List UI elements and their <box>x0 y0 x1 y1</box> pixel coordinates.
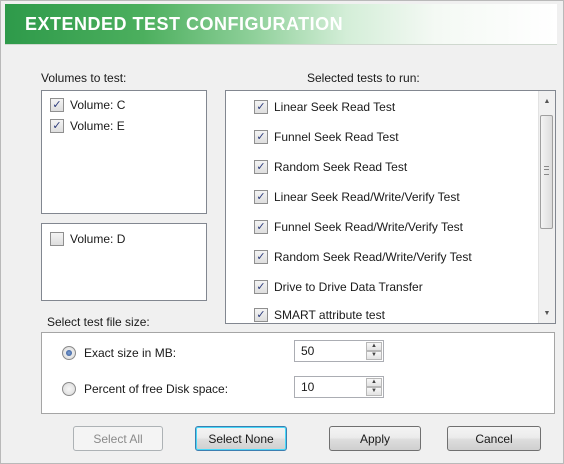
dialog-title: EXTENDED TEST CONFIGURATION <box>25 14 344 34</box>
tests-list[interactable]: ✓ Linear Seek Read Test ✓ Funnel Seek Re… <box>225 90 556 324</box>
percent-space-option[interactable]: Percent of free Disk space: <box>62 381 228 397</box>
volume-d-checkbox[interactable] <box>50 232 64 246</box>
selected-volumes-list[interactable]: ✓ Volume: C ✓ Volume: E <box>41 90 207 214</box>
volume-e-label: Volume: E <box>70 119 125 133</box>
test-label: Linear Seek Read Test <box>274 100 396 114</box>
extended-test-configuration-dialog: EXTENDED TEST CONFIGURATION Volumes to t… <box>0 0 564 464</box>
test-label: Random Seek Read/Write/Verify Test <box>274 250 472 264</box>
test-checkbox[interactable]: ✓ <box>254 130 268 144</box>
spin-up-icon[interactable]: ▲ <box>366 378 382 387</box>
exact-size-option[interactable]: Exact size in MB: <box>62 345 176 361</box>
selected-tests-label: Selected tests to run: <box>307 71 420 85</box>
test-item[interactable]: ✓ Random Seek Read Test <box>254 159 407 175</box>
volume-item-e[interactable]: ✓ Volume: E <box>50 118 125 134</box>
test-label: Random Seek Read Test <box>274 160 408 174</box>
tests-list-scrollbar[interactable]: ▲ ▼ <box>538 91 555 323</box>
exact-size-spin-buttons: ▲ ▼ <box>366 342 382 360</box>
percent-space-value[interactable]: 10 <box>301 380 314 394</box>
test-checkbox[interactable]: ✓ <box>254 160 268 174</box>
scrollbar-grip-icon <box>544 166 549 175</box>
spin-up-icon[interactable]: ▲ <box>366 342 382 351</box>
scrollbar-thumb[interactable] <box>540 115 553 229</box>
test-item[interactable]: ✓ Linear Seek Read/Write/Verify Test <box>254 189 460 205</box>
test-item[interactable]: ✓ SMART attribute test <box>254 307 385 323</box>
volume-c-checkbox[interactable]: ✓ <box>50 98 64 112</box>
test-checkbox[interactable]: ✓ <box>254 308 268 322</box>
scroll-down-arrow-icon[interactable]: ▼ <box>539 305 555 321</box>
exact-size-stepper[interactable]: 50 ▲ ▼ <box>294 340 384 362</box>
dialog-banner: EXTENDED TEST CONFIGURATION <box>5 4 557 45</box>
test-item[interactable]: ✓ Funnel Seek Read/Write/Verify Test <box>254 219 463 235</box>
volume-e-checkbox[interactable]: ✓ <box>50 119 64 133</box>
percent-space-label: Percent of free Disk space: <box>84 382 229 396</box>
test-checkbox[interactable]: ✓ <box>254 280 268 294</box>
percent-space-stepper[interactable]: 10 ▲ ▼ <box>294 376 384 398</box>
cancel-button[interactable]: Cancel <box>447 426 541 451</box>
scroll-up-arrow-icon[interactable]: ▲ <box>539 93 555 109</box>
test-label: Linear Seek Read/Write/Verify Test <box>274 190 460 204</box>
test-label: Funnel Seek Read/Write/Verify Test <box>274 220 463 234</box>
test-item[interactable]: ✓ Linear Seek Read Test <box>254 99 395 115</box>
test-label: Drive to Drive Data Transfer <box>274 280 423 294</box>
test-label: Funnel Seek Read Test <box>274 130 399 144</box>
percent-space-spin-buttons: ▲ ▼ <box>366 378 382 396</box>
test-label: SMART attribute test <box>274 308 385 322</box>
radio-selected-dot-icon <box>66 350 72 356</box>
spin-down-icon[interactable]: ▼ <box>366 387 382 396</box>
test-item[interactable]: ✓ Random Seek Read/Write/Verify Test <box>254 249 472 265</box>
volumes-to-test-label: Volumes to test: <box>41 71 127 85</box>
file-size-group: Exact size in MB: 50 ▲ ▼ Percent of free… <box>41 332 555 414</box>
spin-down-icon[interactable]: ▼ <box>366 351 382 360</box>
volume-item-d[interactable]: Volume: D <box>50 231 125 247</box>
test-item[interactable]: ✓ Drive to Drive Data Transfer <box>254 279 423 295</box>
select-none-button[interactable]: Select None <box>195 426 287 451</box>
exact-size-value[interactable]: 50 <box>301 344 314 358</box>
test-item[interactable]: ✓ Funnel Seek Read Test <box>254 129 399 145</box>
unselected-volumes-list[interactable]: Volume: D <box>41 223 207 301</box>
apply-button[interactable]: Apply <box>329 426 421 451</box>
select-all-button[interactable]: Select All <box>73 426 163 451</box>
percent-space-radio[interactable] <box>62 382 76 396</box>
volume-item-c[interactable]: ✓ Volume: C <box>50 97 125 113</box>
volume-d-label: Volume: D <box>70 232 126 246</box>
exact-size-label: Exact size in MB: <box>84 346 177 360</box>
test-checkbox[interactable]: ✓ <box>254 220 268 234</box>
volume-c-label: Volume: C <box>70 98 126 112</box>
exact-size-radio[interactable] <box>62 346 76 360</box>
test-file-size-label: Select test file size: <box>47 315 150 329</box>
test-checkbox[interactable]: ✓ <box>254 190 268 204</box>
test-checkbox[interactable]: ✓ <box>254 100 268 114</box>
test-checkbox[interactable]: ✓ <box>254 250 268 264</box>
